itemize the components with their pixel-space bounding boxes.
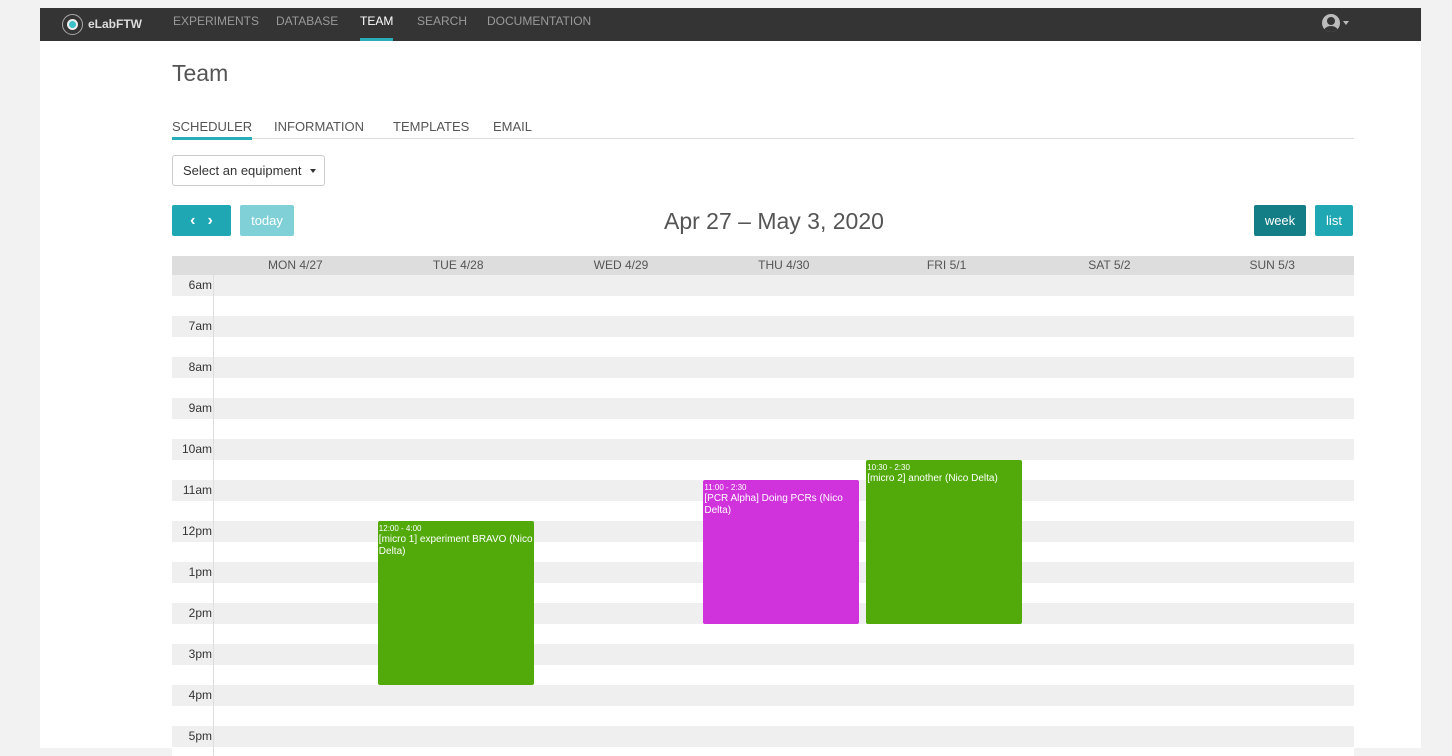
brand-name: eLabFTW xyxy=(88,17,142,31)
hour-label: 6am xyxy=(172,278,212,292)
calendar-header: MON 4/27TUE 4/28WED 4/29THU 4/30FRI 5/1S… xyxy=(172,256,1354,275)
time-slot[interactable] xyxy=(172,316,1354,337)
week-view-button[interactable]: week xyxy=(1254,205,1306,236)
page: eLabFTW EXPERIMENTS DATABASE TEAM SEARCH… xyxy=(40,8,1421,748)
hour-label: 9am xyxy=(172,401,212,415)
nav-team[interactable]: TEAM xyxy=(360,8,393,41)
hour-label: 10am xyxy=(172,442,212,456)
prev-next-group: ‹ › xyxy=(172,205,231,236)
time-slot[interactable] xyxy=(172,685,1354,706)
tab-scheduler[interactable]: SCHEDULER xyxy=(172,119,252,139)
chevron-down-icon xyxy=(310,169,316,173)
hour-label: 11am xyxy=(172,483,212,497)
time-slot[interactable] xyxy=(172,296,1354,317)
tab-information[interactable]: INFORMATION xyxy=(274,119,364,139)
time-slot[interactable] xyxy=(172,706,1354,727)
time-slot[interactable] xyxy=(172,398,1354,419)
event-title: [PCR Alpha] Doing PCRs (Nico Delta) xyxy=(704,493,858,517)
time-slot[interactable] xyxy=(172,439,1354,460)
hour-label: 4pm xyxy=(172,688,212,702)
hour-label: 8am xyxy=(172,360,212,374)
brand-link[interactable]: eLabFTW xyxy=(62,13,142,35)
hour-label: 12pm xyxy=(172,524,212,538)
calendar-event[interactable]: 12:00 - 4:00[micro 1] experiment BRAVO (… xyxy=(378,521,534,685)
time-slot[interactable] xyxy=(172,644,1354,665)
nav-experiments[interactable]: EXPERIMENTS xyxy=(173,8,259,41)
user-menu[interactable] xyxy=(1322,14,1349,32)
elabftw-logo-icon xyxy=(62,14,83,35)
time-slot[interactable] xyxy=(172,337,1354,358)
nav-database[interactable]: DATABASE xyxy=(276,8,338,41)
event-time: 11:00 - 2:30 xyxy=(704,482,858,493)
navbar: eLabFTW EXPERIMENTS DATABASE TEAM SEARCH… xyxy=(40,8,1421,41)
time-slot[interactable] xyxy=(172,726,1354,747)
time-slot[interactable] xyxy=(172,460,1354,481)
event-title: [micro 1] experiment BRAVO (Nico Delta) xyxy=(379,534,533,558)
calendar-grid: MON 4/27TUE 4/28WED 4/29THU 4/30FRI 5/1S… xyxy=(172,256,1354,756)
day-header: FRI 5/1 xyxy=(865,256,1028,275)
next-button[interactable]: › xyxy=(208,212,213,230)
tab-bar: SCHEDULER INFORMATION TEMPLATES EMAIL xyxy=(172,118,1354,139)
time-slot[interactable] xyxy=(172,665,1354,686)
day-header: SAT 5/2 xyxy=(1028,256,1191,275)
calendar-event[interactable]: 11:00 - 2:30[PCR Alpha] Doing PCRs (Nico… xyxy=(703,480,859,624)
chevron-down-icon xyxy=(1343,21,1349,25)
today-button[interactable]: today xyxy=(240,205,294,236)
hour-label: 3pm xyxy=(172,647,212,661)
time-slot[interactable] xyxy=(172,357,1354,378)
day-header: WED 4/29 xyxy=(540,256,703,275)
equipment-select-label: Select an equipment xyxy=(183,163,302,178)
time-slot[interactable] xyxy=(172,275,1354,296)
prev-button[interactable]: ‹ xyxy=(190,212,195,230)
day-header: MON 4/27 xyxy=(214,256,377,275)
event-title: [micro 2] another (Nico Delta) xyxy=(867,473,1021,485)
page-title: Team xyxy=(172,60,228,87)
hour-label: 7am xyxy=(172,319,212,333)
time-slot[interactable] xyxy=(172,624,1354,645)
list-view-button[interactable]: list xyxy=(1315,205,1353,236)
time-slot[interactable] xyxy=(172,378,1354,399)
tab-templates[interactable]: TEMPLATES xyxy=(393,119,469,139)
time-slot[interactable] xyxy=(172,419,1354,440)
time-axis: 6am 7am 8am 9am 10am 11am 12pm 1pm 2pm 3pm 4pm 5pm xyxy=(172,275,214,756)
day-header: SUN 5/3 xyxy=(1191,256,1354,275)
hour-label: 2pm xyxy=(172,606,212,620)
hour-label: 5pm xyxy=(172,729,212,743)
day-header: TUE 4/28 xyxy=(377,256,540,275)
nav-documentation[interactable]: DOCUMENTATION xyxy=(487,8,591,41)
nav-search[interactable]: SEARCH xyxy=(417,8,467,41)
event-time: 10:30 - 2:30 xyxy=(867,462,1021,473)
calendar-event[interactable]: 10:30 - 2:30[micro 2] another (Nico Delt… xyxy=(866,460,1022,624)
equipment-select[interactable]: Select an equipment xyxy=(172,155,325,186)
day-header: THU 4/30 xyxy=(702,256,865,275)
calendar-title: Apr 27 – May 3, 2020 xyxy=(664,208,884,235)
tab-email[interactable]: EMAIL xyxy=(493,119,532,139)
event-time: 12:00 - 4:00 xyxy=(379,523,533,534)
hour-label: 1pm xyxy=(172,565,212,579)
user-circle-icon xyxy=(1322,14,1340,32)
time-slot[interactable] xyxy=(172,747,1354,756)
